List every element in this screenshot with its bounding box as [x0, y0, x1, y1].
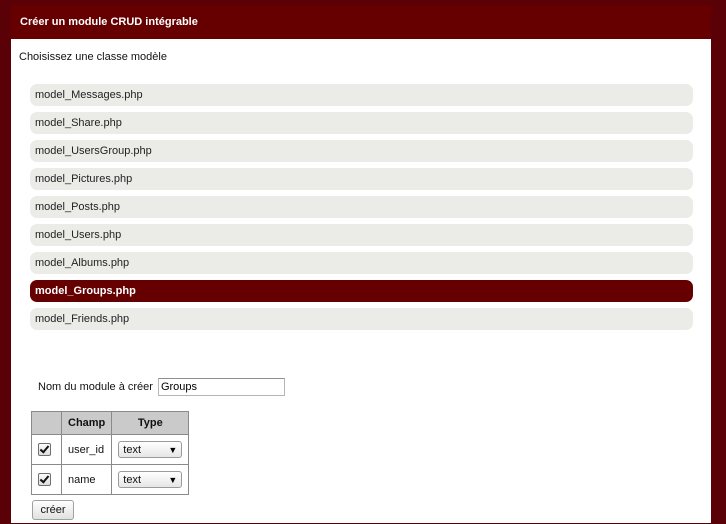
model-item-usersgroup[interactable]: model_UsersGroup.php — [30, 140, 693, 162]
checkbox-cell — [31, 464, 62, 495]
model-item-share[interactable]: model_Share.php — [30, 112, 693, 134]
type-select[interactable]: text ▼ — [118, 471, 183, 488]
model-item-posts[interactable]: model_Posts.php — [30, 196, 693, 218]
champ-cell: name — [60, 464, 113, 495]
panel-header: Créer un module CRUD intégrable — [11, 5, 711, 39]
type-cell: text ▼ — [111, 434, 190, 465]
field-checkbox[interactable] — [38, 443, 51, 456]
chevron-down-icon: ▼ — [168, 474, 178, 485]
fields-table: Champ Type user_id text ▼ name text ▼ — [31, 411, 190, 495]
module-name-row: Nom du module à créer — [38, 378, 285, 396]
panel-title: Créer un module CRUD intégrable — [20, 16, 198, 28]
type-select[interactable]: text ▼ — [118, 441, 183, 458]
model-item-messages[interactable]: model_Messages.php — [30, 84, 693, 106]
model-item-groups[interactable]: model_Groups.php — [30, 280, 693, 302]
checkbox-cell — [31, 434, 62, 465]
model-item-pictures[interactable]: model_Pictures.php — [30, 168, 693, 190]
model-item-friends[interactable]: model_Friends.php — [30, 308, 693, 330]
chevron-down-icon: ▼ — [168, 444, 178, 455]
model-list: model_Messages.php model_Share.php model… — [30, 84, 693, 336]
model-item-users[interactable]: model_Users.php — [30, 224, 693, 246]
table-row: user_id text ▼ — [31, 434, 190, 465]
table-row: name text ▼ — [31, 464, 190, 495]
crud-module-panel: Créer un module CRUD intégrable Choisiss… — [10, 4, 712, 524]
type-select-value: text — [123, 473, 142, 486]
create-button[interactable]: créer — [32, 500, 74, 520]
type-cell: text ▼ — [111, 464, 190, 495]
field-checkbox[interactable] — [38, 473, 51, 486]
choose-model-label: Choisissez une classe modèle — [19, 51, 167, 63]
module-name-input[interactable] — [157, 378, 285, 396]
type-column-header: Type — [111, 411, 190, 435]
checkbox-column-header — [31, 411, 62, 435]
model-item-albums[interactable]: model_Albums.php — [30, 252, 693, 274]
type-select-value: text — [123, 443, 142, 456]
module-name-label: Nom du module à créer — [38, 381, 153, 393]
champ-column-header: Champ — [60, 411, 113, 435]
champ-cell: user_id — [60, 434, 113, 465]
fields-table-header: Champ Type — [31, 411, 190, 435]
